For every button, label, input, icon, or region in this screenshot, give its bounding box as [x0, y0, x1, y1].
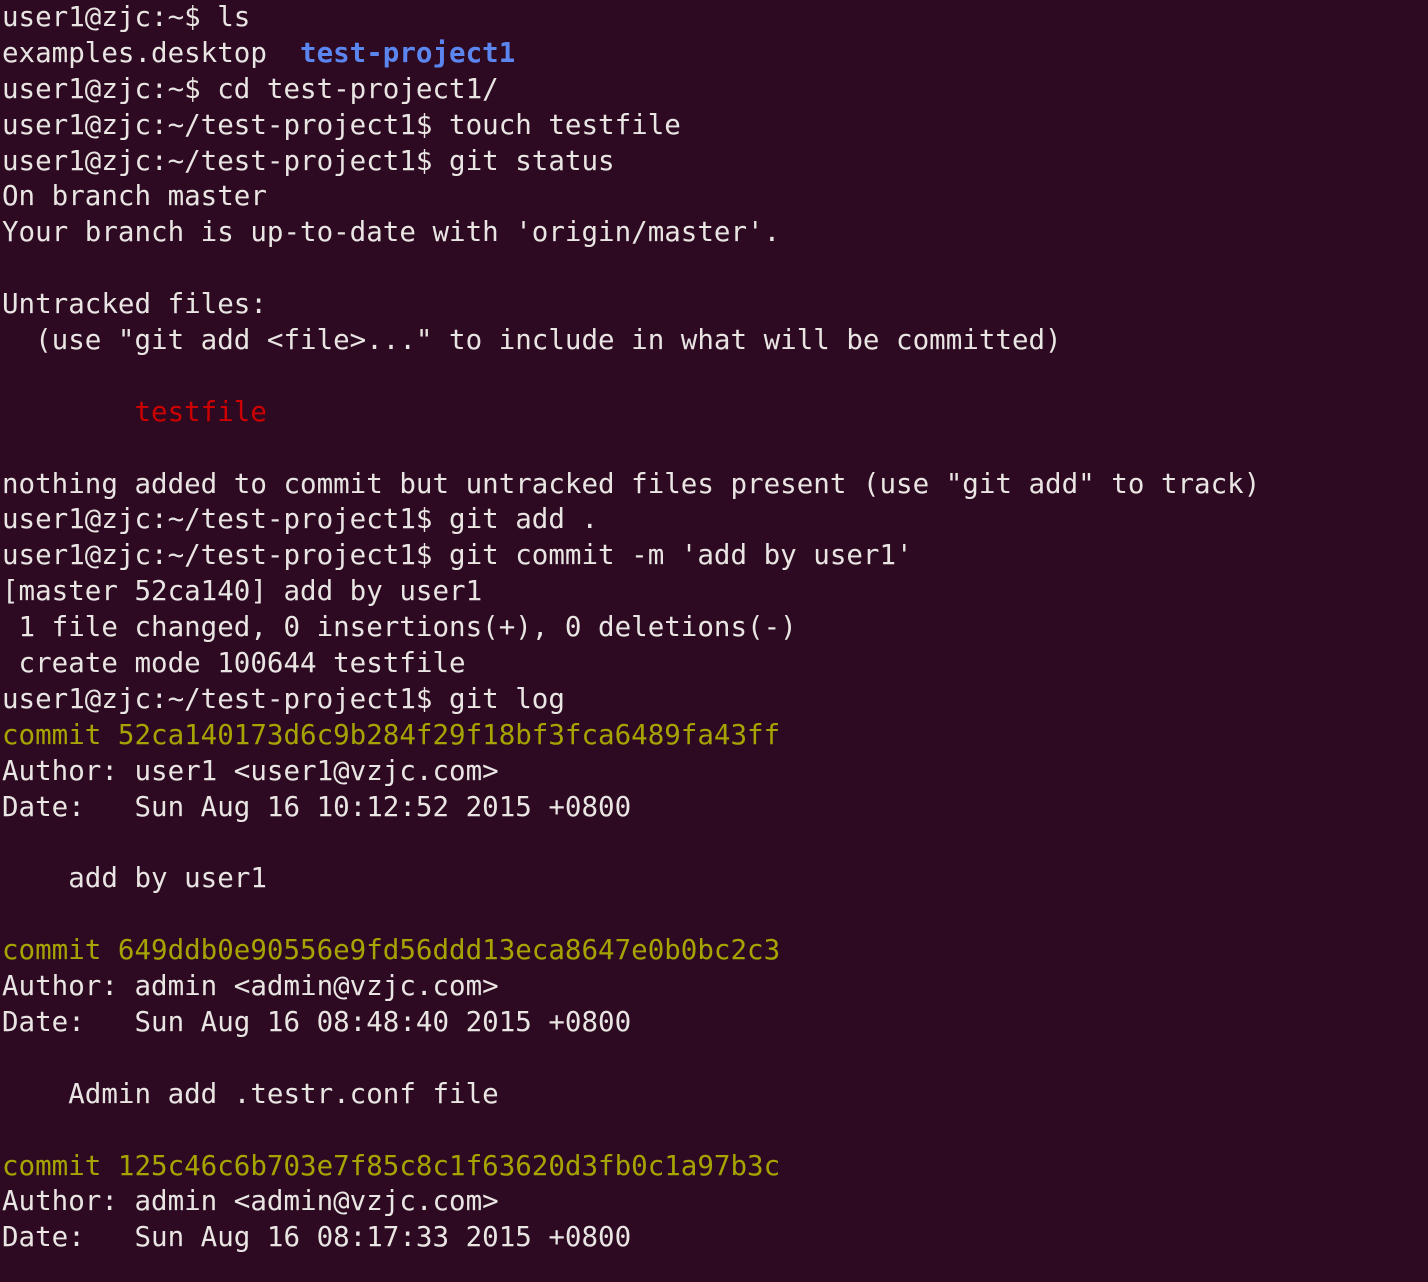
- terminal-line: user1@zjc:~$ cd test-project1/: [2, 72, 1428, 108]
- terminal-line: user1@zjc:~/test-project1$ touch testfil…: [2, 108, 1428, 144]
- terminal-line: Your branch is up-to-date with 'origin/m…: [2, 215, 1428, 251]
- terminal-line: Date: Sun Aug 16 10:12:52 2015 +0800: [2, 790, 1428, 826]
- terminal-text-segment: [master 52ca140] add by user1: [2, 575, 483, 608]
- terminal-text-segment: Your branch is up-to-date with 'origin/m…: [2, 216, 781, 249]
- terminal-line: [2, 431, 1428, 467]
- terminal-line: create mode 100644 testfile: [2, 646, 1428, 682]
- terminal-line: Date: Sun Aug 16 08:48:40 2015 +0800: [2, 1005, 1428, 1041]
- terminal-text-segment: testfile: [134, 395, 267, 428]
- terminal-text-segment: examples.desktop: [2, 36, 301, 69]
- terminal-line: add by user1: [2, 861, 1428, 897]
- terminal-line: commit 649ddb0e90556e9fd56ddd13eca8647e0…: [2, 933, 1428, 969]
- terminal-line: On branch master: [2, 179, 1428, 215]
- terminal-text-segment: test-project1: [300, 36, 516, 69]
- terminal-text-segment: Author: admin <admin@vzjc.com>: [2, 970, 499, 1003]
- terminal-text-segment: On branch master: [2, 180, 267, 213]
- terminal-line: [master 52ca140] add by user1: [2, 574, 1428, 610]
- terminal-output: user1@zjc:~$ ls examples.desktop test-pro…: [2, 0, 1428, 1256]
- terminal-line: [2, 897, 1428, 933]
- terminal-line: [2, 825, 1428, 861]
- terminal-line: user1@zjc:~$ ls: [2, 0, 1428, 36]
- terminal-text-segment: user1@zjc:~/test-project1$ git commit -m…: [2, 539, 913, 572]
- terminal-line: user1@zjc:~/test-project1$ git commit -m…: [2, 538, 1428, 574]
- terminal-line: (use "git add <file>..." to include in w…: [2, 323, 1428, 359]
- terminal-text-segment: (use "git add <file>..." to include in w…: [2, 324, 1062, 357]
- terminal-text-segment: 1 file changed, 0 insertions(+), 0 delet…: [2, 611, 797, 644]
- terminal-line: commit 52ca140173d6c9b284f29f18bf3fca648…: [2, 718, 1428, 754]
- terminal-text-segment: Untracked files:: [2, 288, 267, 321]
- terminal-text-segment: Date: Sun Aug 16 08:17:33 2015 +0800: [2, 1221, 632, 1254]
- terminal-text-segment: commit 52ca140173d6c9b284f29f18bf3fca648…: [2, 718, 781, 751]
- terminal-text-segment: Author: admin <admin@vzjc.com>: [2, 1185, 499, 1218]
- terminal-text-segment: Date: Sun Aug 16 08:48:40 2015 +0800: [2, 1005, 632, 1038]
- terminal-line: examples.desktop test-project1: [2, 36, 1428, 72]
- terminal-line: commit 125c46c6b703e7f85c8c1f63620d3fb0c…: [2, 1149, 1428, 1185]
- terminal-text-segment: commit 125c46c6b703e7f85c8c1f63620d3fb0c…: [2, 1149, 781, 1182]
- terminal-text-segment: user1@zjc:~/test-project1$ git status: [2, 144, 615, 177]
- terminal-text-segment: Author: user1 <user1@vzjc.com>: [2, 754, 499, 787]
- terminal-text-segment: add by user1: [2, 862, 267, 895]
- terminal-line: Author: admin <admin@vzjc.com>: [2, 1184, 1428, 1220]
- terminal-line: Author: admin <admin@vzjc.com>: [2, 969, 1428, 1005]
- terminal-line: Author: user1 <user1@vzjc.com>: [2, 754, 1428, 790]
- terminal-text-segment: user1@zjc:~/test-project1$ git log: [2, 682, 565, 715]
- terminal-text-segment: nothing added to commit but untracked fi…: [2, 467, 1261, 500]
- terminal-text-segment: create mode 100644 testfile: [2, 647, 466, 680]
- terminal-text-segment: user1@zjc:~$ ls: [2, 1, 251, 33]
- terminal-line: testfile: [2, 395, 1428, 431]
- terminal-text-segment: commit 649ddb0e90556e9fd56ddd13eca8647e0…: [2, 934, 781, 967]
- terminal-text-segment: Admin add .testr.conf file: [2, 1077, 499, 1110]
- terminal-line: [2, 251, 1428, 287]
- terminal-line: nothing added to commit but untracked fi…: [2, 467, 1428, 503]
- terminal-text-segment: Date: Sun Aug 16 10:12:52 2015 +0800: [2, 790, 632, 823]
- terminal-line: user1@zjc:~/test-project1$ git log: [2, 682, 1428, 718]
- terminal-line: [2, 1113, 1428, 1149]
- terminal-line: Admin add .testr.conf file: [2, 1077, 1428, 1113]
- terminal-line: 1 file changed, 0 insertions(+), 0 delet…: [2, 610, 1428, 646]
- terminal-text-segment: user1@zjc:~/test-project1$ touch testfil…: [2, 108, 681, 141]
- terminal-line: user1@zjc:~/test-project1$ git status: [2, 144, 1428, 180]
- terminal-line: [2, 1041, 1428, 1077]
- terminal-text-segment: user1@zjc:~$ cd test-project1/: [2, 72, 499, 105]
- terminal-line: Untracked files:: [2, 287, 1428, 323]
- terminal-window[interactable]: user1@zjc:~$ ls examples.desktop test-pro…: [0, 0, 1428, 1282]
- terminal-line: [2, 359, 1428, 395]
- terminal-text-segment: user1@zjc:~/test-project1$ git add .: [2, 503, 599, 536]
- terminal-line: Date: Sun Aug 16 08:17:33 2015 +0800: [2, 1220, 1428, 1256]
- terminal-line: user1@zjc:~/test-project1$ git add .: [2, 502, 1428, 538]
